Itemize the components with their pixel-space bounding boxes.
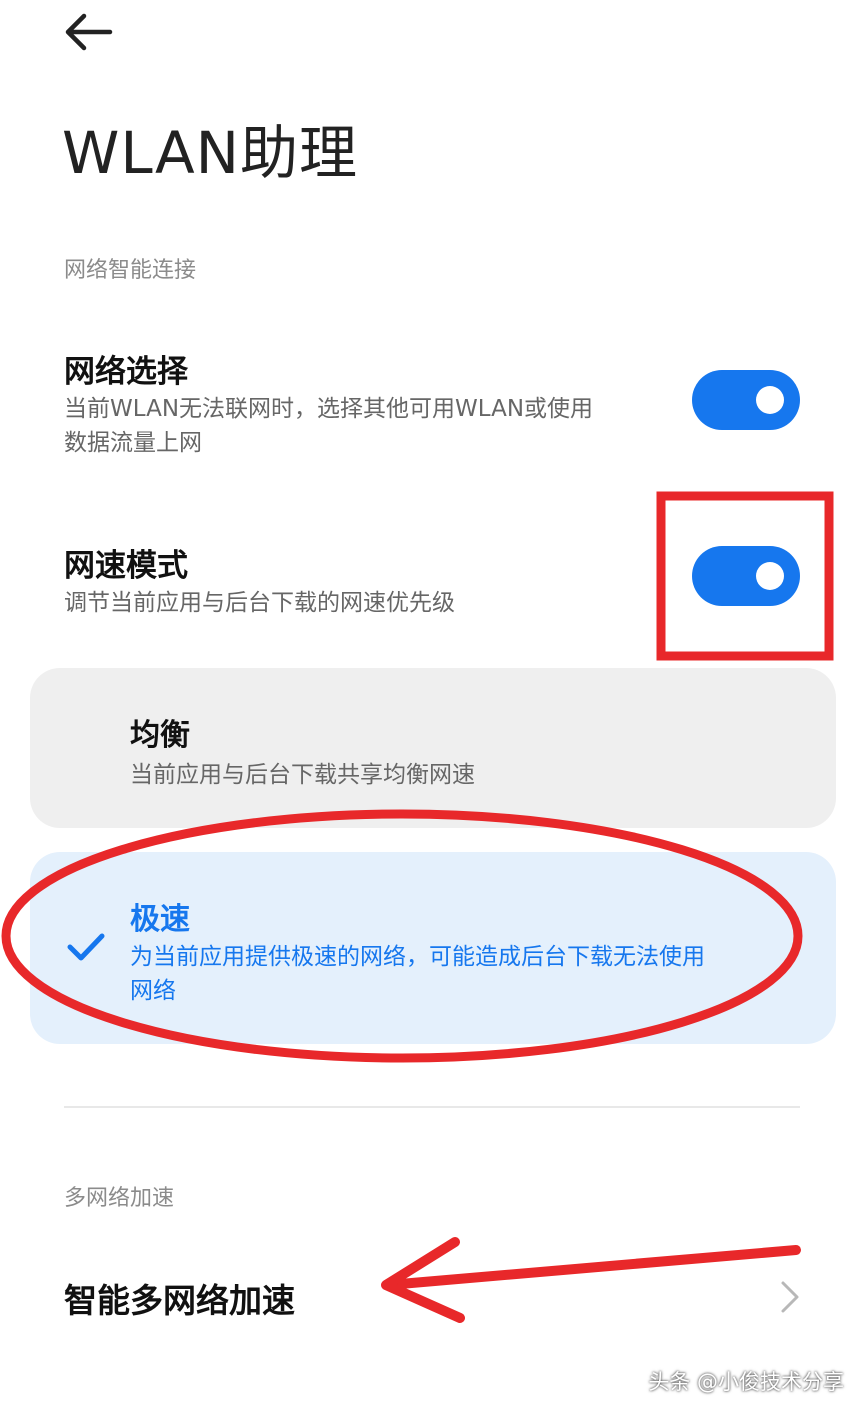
option-balanced-title: 均衡 (130, 718, 190, 753)
arrow-left-icon (65, 13, 113, 51)
option-balanced-desc: 当前应用与后台下载共享均衡网速 (130, 762, 475, 788)
option-balanced[interactable]: 均衡 当前应用与后台下载共享均衡网速 (30, 668, 836, 828)
page-title: WLAN助理 (62, 119, 359, 187)
speed-mode-desc: 调节当前应用与后台下载的网速优先级 (64, 590, 455, 616)
network-selection-toggle[interactable] (692, 370, 800, 430)
back-button[interactable] (58, 10, 118, 54)
speed-mode-title: 网速模式 (64, 548, 188, 584)
toggle-knob (756, 562, 784, 590)
section-label-smart-connect: 网络智能连接 (64, 258, 197, 283)
network-selection-desc-line2: 数据流量上网 (64, 430, 202, 456)
smart-multi-network-accel-title: 智能多网络加速 (64, 1281, 295, 1320)
option-fast-desc-line1: 为当前应用提供极速的网络，可能造成后台下载无法使用 (130, 944, 705, 970)
check-icon (67, 933, 105, 961)
chevron-right-icon (781, 1281, 799, 1313)
smart-multi-network-accel-item[interactable]: 智能多网络加速 (0, 1238, 864, 1354)
network-selection-desc-line1: 当前WLAN无法联网时，选择其他可用WLAN或使用 (64, 396, 594, 422)
network-selection-title: 网络选择 (64, 354, 188, 390)
toggle-knob (756, 386, 784, 414)
watermark: 头条 @小俊技术分享 (648, 1370, 844, 1394)
option-fast[interactable]: 极速 为当前应用提供极速的网络，可能造成后台下载无法使用 网络 (30, 852, 836, 1044)
speed-mode-toggle[interactable] (692, 546, 800, 606)
section-divider (64, 1106, 800, 1108)
option-fast-desc-line2: 网络 (130, 978, 176, 1004)
section-label-multi-network: 多网络加速 (64, 1186, 175, 1211)
option-fast-title: 极速 (130, 902, 190, 937)
